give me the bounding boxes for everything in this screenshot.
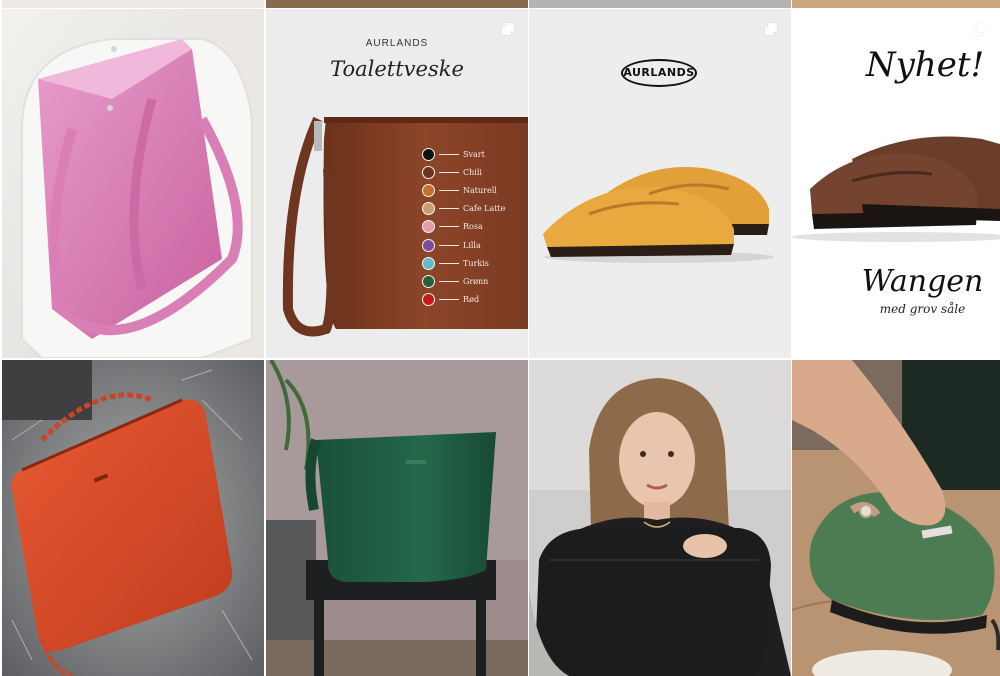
color-swatch-list: Svart Chili Naturell Cafe Latte Rosa Lilla Tur… xyxy=(422,145,505,309)
product-subtitle: med grov såle xyxy=(879,302,966,316)
previous-row-edge xyxy=(266,0,528,8)
color-swatch-row: Lilla xyxy=(422,236,505,254)
post-tile-new-loafer[interactable]: Nyhet! Wangen med grov såle xyxy=(792,9,1000,358)
previous-row-edge xyxy=(529,0,791,8)
color-swatch-row: Rosa xyxy=(422,218,505,236)
post-tile-woman-black-bag[interactable] xyxy=(529,360,791,676)
post-tile-pink-tote[interactable] xyxy=(2,9,264,358)
color-swatch-label: Cafe Latte xyxy=(463,204,506,214)
color-swatch-dot xyxy=(422,183,435,197)
color-swatch-label: Grønn xyxy=(463,276,489,286)
green-bag-image xyxy=(266,360,528,676)
color-swatch-dot xyxy=(422,256,435,270)
color-swatch-row: Naturell xyxy=(422,181,505,199)
color-swatch-dot xyxy=(422,274,435,288)
post-tile-green-loafer[interactable] xyxy=(792,360,1000,676)
color-swatch-line xyxy=(439,226,459,228)
woman-black-bag-image xyxy=(529,360,791,676)
color-swatch-dot xyxy=(422,293,435,307)
color-swatch-line xyxy=(439,208,459,210)
post-tile-toiletry-bag[interactable]: AURLANDS Toalettveske Svart Chili Naturell… xyxy=(266,9,528,358)
color-swatch-line xyxy=(439,280,459,282)
post-tile-yellow-loafers[interactable]: AURLANDS xyxy=(529,9,791,358)
color-swatch-dot xyxy=(422,220,435,234)
post-tile-green-bag[interactable] xyxy=(266,360,528,676)
product-name: Wangen xyxy=(861,264,984,299)
color-swatch-label: Svart xyxy=(463,149,485,159)
color-swatch-label: Naturell xyxy=(463,185,497,195)
color-swatch-label: Rosa xyxy=(463,222,483,232)
color-swatch-dot xyxy=(422,238,435,252)
color-swatch-label: Chili xyxy=(463,167,482,177)
color-swatch-row: Chili xyxy=(422,163,505,181)
color-swatch-dot xyxy=(422,202,435,216)
green-loafer-image xyxy=(792,360,1000,676)
previous-row-edge xyxy=(792,0,1000,8)
yellow-loafers-image xyxy=(543,167,774,263)
previous-row-edge xyxy=(2,0,264,8)
pink-tote-image xyxy=(2,9,264,358)
color-swatch-dot xyxy=(422,147,435,161)
color-swatch-row: Svart xyxy=(422,145,505,163)
post-tile-orange-bag[interactable] xyxy=(2,360,264,676)
color-swatch-label: Rød xyxy=(463,295,480,305)
orange-bag-image xyxy=(2,360,264,676)
color-swatch-row: Grønn xyxy=(422,272,505,290)
color-swatch-line xyxy=(439,171,459,173)
color-swatch-label: Turkis xyxy=(463,258,489,268)
color-swatch-dot xyxy=(422,165,435,179)
color-swatch-row: Cafe Latte xyxy=(422,200,505,218)
color-swatch-line xyxy=(439,262,459,264)
color-swatch-line xyxy=(439,299,459,301)
color-swatch-row: Rød xyxy=(422,291,505,309)
color-swatch-line xyxy=(439,244,459,246)
color-swatch-label: Lilla xyxy=(463,240,481,250)
color-swatch-row: Turkis xyxy=(422,254,505,272)
color-swatch-line xyxy=(439,189,459,191)
color-swatch-line xyxy=(439,153,459,155)
